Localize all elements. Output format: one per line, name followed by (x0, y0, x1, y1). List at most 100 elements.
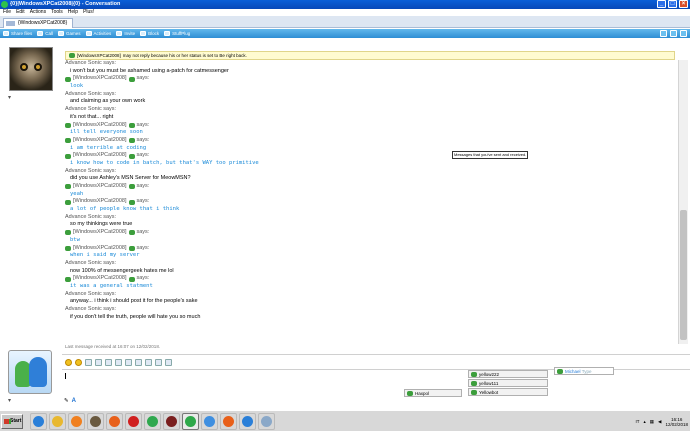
msn-icon (557, 369, 563, 374)
gift-icon[interactable] (105, 359, 112, 366)
user-avatar[interactable] (8, 350, 52, 394)
toolbar-label: StuffPlug (172, 31, 191, 36)
taskbar-button[interactable] (30, 413, 47, 430)
taskbar-button[interactable] (220, 413, 237, 430)
message-sender: [WindowsXPCat2008] says: (65, 122, 675, 130)
paint-icon[interactable] (670, 30, 677, 37)
call-button[interactable]: Call (37, 31, 53, 36)
title-bar[interactable]: {0}|WindowsXPCat2008|{0} - Conversation … (0, 0, 690, 9)
taskbar-button[interactable] (68, 413, 85, 430)
maximize-button[interactable]: □ (668, 0, 677, 8)
sender-name: [WindowsXPCat2008] (73, 75, 127, 82)
taskbar-button[interactable] (239, 413, 256, 430)
says-label: says: (136, 183, 150, 189)
scrollbar-thumb[interactable] (680, 210, 687, 340)
message-text: anyway... i think i should post it for t… (70, 298, 198, 305)
tray-arrow-icon[interactable]: ▴ (643, 419, 645, 425)
contact-avatar[interactable] (9, 47, 53, 91)
taskbar-button[interactable] (49, 413, 66, 430)
msn-icon (128, 76, 135, 82)
check-icon[interactable] (660, 30, 667, 37)
message-sender: Advance Sonic says: (65, 60, 675, 68)
background-icon[interactable] (125, 359, 132, 366)
chevron-down-icon[interactable]: ▾ (8, 397, 11, 404)
says-label: says: (136, 75, 150, 82)
font-icon[interactable]: A (72, 398, 76, 404)
infobar-name: [WindowsXPCat2008] (77, 52, 121, 58)
stuffplug-button[interactable]: StuffPlug (164, 31, 190, 36)
menu-plus[interactable]: Plus! (83, 9, 94, 16)
voice-clip-icon[interactable] (85, 359, 92, 366)
video-icon[interactable] (155, 359, 162, 366)
conversation-tab[interactable]: {WindowsXPCat2008} (3, 18, 74, 28)
network-icon[interactable]: ▦ (650, 419, 654, 425)
block-button[interactable]: Block (140, 31, 159, 36)
tab-strip: {WindowsXPCat2008} (0, 16, 690, 28)
handwriting-icon[interactable]: ✎ (64, 398, 69, 404)
msn-icon (65, 76, 71, 82)
sender-name: Advance Sonic says: (65, 106, 117, 113)
message-sender: [WindowsXPCat2008] says: (65, 75, 675, 83)
firefox-icon (109, 416, 120, 427)
message-sender: Advance Sonic says: (65, 214, 675, 222)
msn-icon (407, 391, 413, 396)
toolbar-label: Share files (11, 31, 33, 36)
taskbar-button[interactable] (125, 413, 142, 430)
menu-actions[interactable]: Actions (30, 9, 46, 16)
participant-tile[interactable]: yellow222 (468, 370, 548, 378)
file-icon[interactable] (145, 359, 152, 366)
display-picture-pane: ▾ ▾ (0, 38, 62, 410)
participant-tile[interactable]: Michael Type (554, 367, 614, 375)
vertical-scrollbar[interactable] (678, 60, 688, 344)
emoticon-icon[interactable] (65, 359, 72, 366)
participant-tile[interactable]: Haxpol (404, 389, 462, 397)
share-files-button[interactable]: Share files (3, 31, 32, 36)
toolbar-label: Games (66, 31, 81, 36)
msn-icon (471, 372, 477, 377)
menu-tools[interactable]: Tools (51, 9, 63, 16)
taskbar-button[interactable] (258, 413, 275, 430)
taskbar-button[interactable] (87, 413, 104, 430)
msn-icon (471, 390, 477, 395)
games-button[interactable]: Games (58, 31, 81, 36)
menu-file[interactable]: File (3, 9, 11, 16)
message-text: i know how to code in batch, but that's … (70, 159, 259, 166)
taskbar-button[interactable] (106, 413, 123, 430)
minimize-button[interactable]: _ (657, 0, 666, 8)
msn-icon (128, 276, 135, 282)
tab-preview-icon (6, 21, 15, 26)
menu-help[interactable]: Help (68, 9, 78, 16)
message-text: so my thinkings were true (70, 221, 133, 228)
msn-icon (471, 381, 477, 386)
search-icon[interactable] (165, 359, 172, 366)
language-indicator[interactable]: IT (635, 419, 639, 424)
close-button[interactable]: × (679, 0, 688, 8)
conversation-history[interactable]: Advance Sonic says: i won't but you must … (65, 60, 675, 344)
start-button[interactable]: Start (1, 414, 23, 429)
menu-icon[interactable] (680, 30, 687, 37)
message-sender: Advance Sonic says: (65, 91, 675, 99)
taskbar-button[interactable] (182, 413, 199, 430)
owl-eye (34, 63, 42, 71)
taskbar-button[interactable] (144, 413, 161, 430)
taskbar-button[interactable] (163, 413, 180, 430)
volume-icon[interactable]: ◀ (658, 419, 661, 425)
wink-icon[interactable] (75, 359, 82, 366)
opera-icon (128, 416, 139, 427)
clock[interactable]: 16:16 12/02/2018 (665, 417, 688, 427)
tab-label: {WindowsXPCat2008} (18, 20, 68, 26)
participant-tile[interactable]: Yellowbot (468, 388, 548, 396)
msn-icon (65, 184, 71, 190)
activities-button[interactable]: Activities (85, 31, 111, 36)
image-icon[interactable] (135, 359, 142, 366)
last-message-status: Last message received at 16:07 on 12/02/… (65, 344, 161, 349)
chevron-down-icon[interactable]: ▾ (8, 94, 11, 101)
invite-button[interactable]: Invite (116, 31, 135, 36)
taskbar-button[interactable] (201, 413, 218, 430)
font-icon[interactable] (115, 359, 122, 366)
says-label: says: (136, 275, 150, 282)
participant-tile[interactable]: yellow111 (468, 379, 548, 387)
nudge-icon[interactable] (95, 359, 102, 366)
folder-icon (52, 416, 63, 427)
menu-edit[interactable]: Edit (16, 9, 25, 16)
